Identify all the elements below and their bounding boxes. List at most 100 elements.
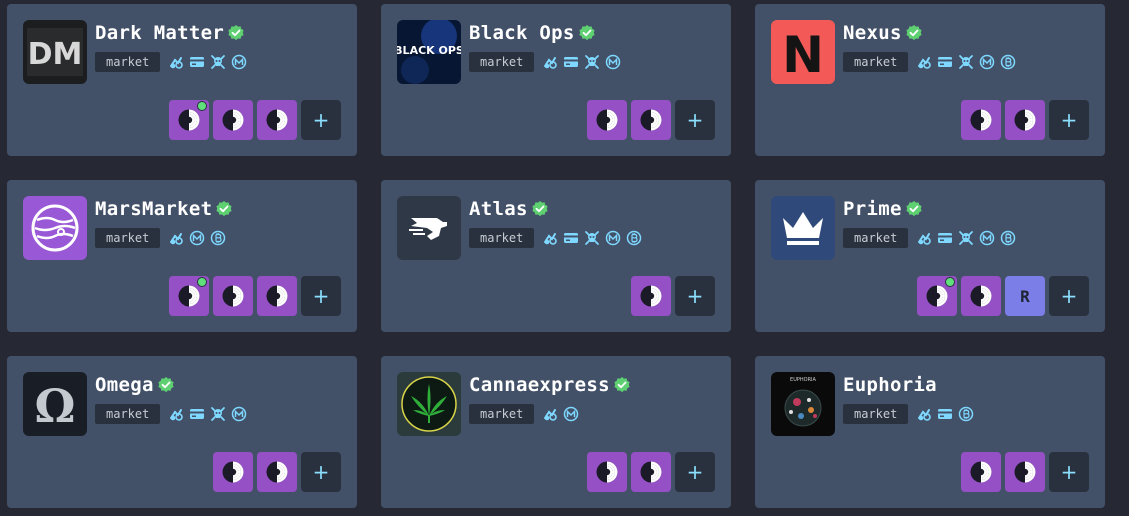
add-mirror-button[interactable]: + <box>1049 276 1089 316</box>
mirror-buttons: + <box>627 276 715 316</box>
tor-mirror-button[interactable] <box>587 452 627 492</box>
omega-logo[interactable]: Ω <box>23 372 87 436</box>
escrow-icon <box>916 230 932 246</box>
mirror-buttons: + <box>209 452 341 492</box>
mirror-buttons: + <box>583 100 715 140</box>
monero-icon <box>563 406 579 422</box>
card-icon <box>937 406 953 422</box>
add-mirror-button[interactable]: + <box>1049 452 1089 492</box>
tor-mirror-button[interactable] <box>213 100 253 140</box>
tor-mirror-button[interactable] <box>631 276 671 316</box>
market-card[interactable]: Prime market R + <box>755 180 1105 332</box>
market-name[interactable]: Dark Matter <box>95 22 224 44</box>
bitcoin-icon <box>1000 230 1016 246</box>
market-card[interactable]: EUPHORIA Euphoria market + <box>755 356 1105 508</box>
add-mirror-button[interactable]: + <box>301 452 341 492</box>
tor-mirror-button[interactable] <box>213 452 253 492</box>
market-card[interactable]: MarsMarket market + <box>7 180 357 332</box>
tor-mirror-button[interactable] <box>961 276 1001 316</box>
verified-check-icon <box>905 24 923 42</box>
verified-check-icon <box>157 376 175 394</box>
tor-onion-icon <box>265 108 289 132</box>
tor-mirror-button[interactable] <box>917 276 957 316</box>
tor-mirror-button[interactable] <box>257 452 297 492</box>
nexus-logo[interactable]: N <box>771 20 835 84</box>
tor-mirror-button[interactable] <box>961 452 1001 492</box>
market-card[interactable]: Atlas market + <box>381 180 731 332</box>
prime-logo[interactable] <box>771 196 835 260</box>
tor-onion-icon <box>639 108 663 132</box>
cannaexpress-logo[interactable] <box>397 372 461 436</box>
tor-mirror-button[interactable] <box>169 100 209 140</box>
market-name[interactable]: Nexus <box>843 22 902 44</box>
feature-icons <box>542 230 647 246</box>
add-mirror-button[interactable]: + <box>675 100 715 140</box>
mirror-buttons: + <box>165 100 341 140</box>
tor-mirror-button[interactable] <box>961 100 1001 140</box>
market-name[interactable]: MarsMarket <box>95 198 212 220</box>
tor-mirror-button[interactable] <box>257 100 297 140</box>
market-name[interactable]: Prime <box>843 198 902 220</box>
card-icon <box>563 54 579 70</box>
market-card[interactable]: Cannaexpress market + <box>381 356 731 508</box>
tor-mirror-button[interactable] <box>169 276 209 316</box>
svg-text:N: N <box>782 26 824 84</box>
tor-mirror-button[interactable] <box>1005 452 1045 492</box>
category-tag: market <box>843 52 909 72</box>
add-mirror-button[interactable]: + <box>301 100 341 140</box>
title-row: Euphoria <box>843 373 937 397</box>
market-card[interactable]: Ω Omega market + <box>7 356 357 508</box>
add-mirror-button[interactable]: + <box>1049 100 1089 140</box>
svg-text:Ω: Ω <box>35 379 76 433</box>
market-name[interactable]: Black Ops <box>469 22 575 44</box>
dark-matter-logo[interactable]: DM <box>23 20 87 84</box>
tor-mirror-button[interactable] <box>213 276 253 316</box>
tor-mirror-button[interactable] <box>587 100 627 140</box>
add-mirror-button[interactable]: + <box>675 276 715 316</box>
category-tag: market <box>95 52 161 72</box>
category-tag: market <box>469 228 535 248</box>
bitcoin-icon <box>1000 54 1016 70</box>
atlas-logo[interactable] <box>397 196 461 260</box>
title-row: Cannaexpress <box>469 373 631 397</box>
market-name[interactable]: Cannaexpress <box>469 374 610 396</box>
tor-mirror-button[interactable] <box>1005 100 1045 140</box>
market-card[interactable]: BLACK OPS Black Ops market + <box>381 4 731 156</box>
feature-icons <box>168 230 231 246</box>
market-card[interactable]: N Nexus market + <box>755 4 1105 156</box>
tor-onion-icon <box>595 460 619 484</box>
sub-row: market <box>843 228 1021 248</box>
market-name[interactable]: Omega <box>95 374 154 396</box>
tor-onion-icon <box>1013 108 1037 132</box>
online-status-dot <box>197 277 207 287</box>
mirror-buttons: + <box>957 100 1089 140</box>
tor-onion-icon <box>265 284 289 308</box>
feature-icons <box>916 406 979 422</box>
add-mirror-button[interactable]: + <box>675 452 715 492</box>
title-row: MarsMarket <box>95 197 233 221</box>
title-row: Black Ops <box>469 21 596 45</box>
escrow-icon <box>542 406 558 422</box>
add-mirror-button[interactable]: + <box>301 276 341 316</box>
market-card[interactable]: DM Dark Matter market + <box>7 4 357 156</box>
market-name[interactable]: Atlas <box>469 198 528 220</box>
tor-onion-icon <box>265 460 289 484</box>
euphoria-logo[interactable]: EUPHORIA <box>771 372 835 436</box>
mars-logo[interactable] <box>23 196 87 260</box>
title-row: Nexus <box>843 21 923 45</box>
feature-icons <box>916 230 1021 246</box>
skull-icon <box>584 230 600 246</box>
tor-mirror-button[interactable] <box>631 100 671 140</box>
skull-icon <box>584 54 600 70</box>
bitcoin-icon <box>626 230 642 246</box>
market-name[interactable]: Euphoria <box>843 374 937 396</box>
tor-mirror-button[interactable] <box>257 276 297 316</box>
extra-link-button[interactable]: R <box>1005 276 1045 316</box>
title-row: Omega <box>95 373 175 397</box>
tor-onion-icon <box>925 284 949 308</box>
tor-onion-icon <box>221 460 245 484</box>
black-ops-logo[interactable]: BLACK OPS <box>397 20 461 84</box>
tor-mirror-button[interactable] <box>631 452 671 492</box>
card-icon <box>937 54 953 70</box>
escrow-icon <box>916 406 932 422</box>
